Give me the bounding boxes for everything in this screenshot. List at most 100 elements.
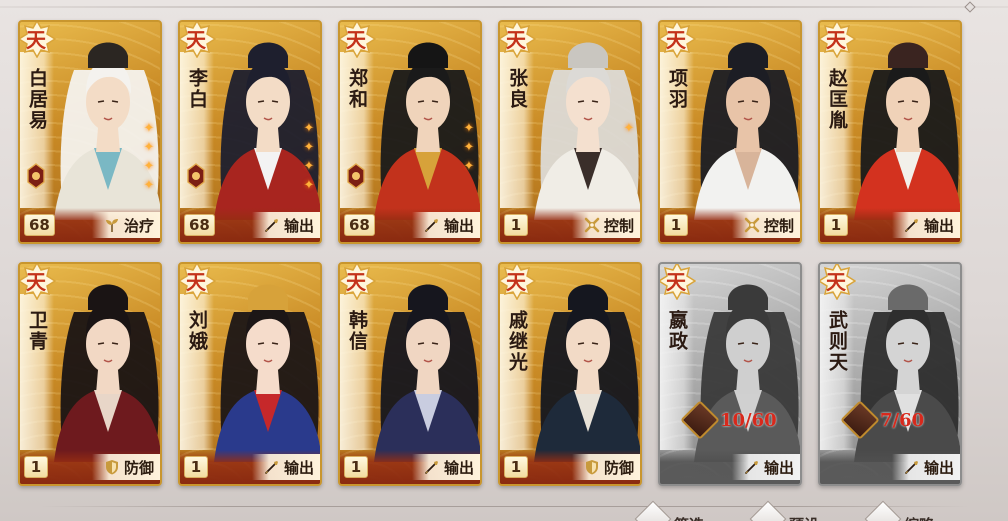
top-divider <box>0 6 1008 8</box>
star-icon: ✦ <box>463 140 475 155</box>
tier-label: 天 <box>506 28 526 52</box>
shard-icon <box>840 400 880 440</box>
tier-badge: 天 <box>660 264 697 301</box>
hero-card[interactable]: 嬴政 天 10/60 输出 <box>658 262 802 486</box>
tier-label: 天 <box>346 28 366 52</box>
hero-name: 韩信 <box>346 310 368 352</box>
star-icon: ✦ <box>303 178 315 193</box>
preset-button[interactable]: 预设 <box>749 500 819 521</box>
tier-label: 天 <box>666 28 686 52</box>
star-rank: ✦ ✦ ✦ ✦ <box>142 122 156 192</box>
tier-label: 天 <box>186 28 206 52</box>
brush-icon <box>743 458 761 476</box>
filter-icon <box>634 500 672 521</box>
hero-name: 李白 <box>186 68 208 110</box>
hero-level: 1 <box>504 214 528 236</box>
tier-badge: 天 <box>20 264 57 301</box>
hero-role: 输出 <box>412 454 480 480</box>
brush-icon <box>903 216 921 234</box>
shard-progress: 10/60 <box>680 400 777 440</box>
emblem-icon <box>186 162 206 190</box>
tier-label: 天 <box>346 270 366 294</box>
hero-card[interactable]: 张良 天 ✦ 1 控制 <box>498 20 642 244</box>
hero-card[interactable]: 刘娥 天 1 输出 <box>178 262 322 486</box>
hero-name: 戚继光 <box>506 310 528 373</box>
hero-name: 刘娥 <box>186 310 208 352</box>
hero-name: 卫青 <box>26 310 48 352</box>
hero-name: 郑和 <box>346 68 368 110</box>
tier-label: 天 <box>666 270 686 294</box>
role-label: 控制 <box>763 216 794 235</box>
hero-portrait <box>854 30 960 220</box>
star-icon: ✦ <box>303 159 315 174</box>
brush-icon <box>903 458 921 476</box>
bottom-divider <box>40 506 970 507</box>
hero-role: 输出 <box>412 212 480 238</box>
hero-card[interactable]: 韩信 天 1 输出 <box>338 262 482 486</box>
hero-card[interactable]: 武则天 天 7/60 输出 <box>818 262 962 486</box>
hero-card[interactable]: 李白 天 ✦ ✦ ✦ ✦ 68 输出 <box>178 20 322 244</box>
hero-name: 赵匡胤 <box>826 68 848 131</box>
hero-role: 控制 <box>572 212 640 238</box>
hero-card[interactable]: 戚继光 天 1 防御 <box>498 262 642 486</box>
tier-badge: 天 <box>820 264 857 301</box>
emblem-icon <box>26 162 46 190</box>
star-rank: ✦ ✦ ✦ ✦ <box>302 122 316 192</box>
tier-badge: 天 <box>500 264 537 301</box>
shard-count: 7/60 <box>880 409 925 431</box>
hero-name: 张良 <box>506 68 528 110</box>
role-label: 防御 <box>123 458 154 477</box>
preset-icon <box>749 500 787 521</box>
tier-label: 天 <box>26 28 46 52</box>
star-rank: ✦ <box>622 122 636 135</box>
star-icon: ✦ <box>143 159 155 174</box>
brush-icon <box>423 458 441 476</box>
hero-portrait <box>374 272 480 462</box>
top-divider-ornament <box>964 1 976 13</box>
star-icon: ✦ <box>303 140 315 155</box>
hero-card[interactable]: 项羽 天 1 控制 <box>658 20 802 244</box>
hero-role: 防御 <box>92 454 160 480</box>
hero-role: 输出 <box>252 454 320 480</box>
hero-level: 68 <box>24 214 55 236</box>
shard-progress: 7/60 <box>840 400 925 440</box>
hero-portrait <box>534 272 640 462</box>
hero-card[interactable]: 郑和 天 ✦ ✦ ✦ 68 输出 <box>338 20 482 244</box>
hero-role: 控制 <box>732 212 800 238</box>
tier-badge: 天 <box>180 264 217 301</box>
star-icon: ✦ <box>143 121 155 136</box>
emblem-icon <box>346 162 366 190</box>
hero-name: 项羽 <box>666 68 688 110</box>
tier-label: 天 <box>826 28 846 52</box>
tier-label: 天 <box>826 270 846 294</box>
collapse-button[interactable]: 缩略 <box>864 500 934 521</box>
hero-card[interactable]: 卫青 天 1 防御 <box>18 262 162 486</box>
role-label: 控制 <box>603 216 634 235</box>
hero-role: 输出 <box>892 454 960 480</box>
hero-portrait <box>694 30 800 220</box>
role-label: 输出 <box>923 458 954 477</box>
role-label: 输出 <box>283 458 314 477</box>
tier-badge: 天 <box>340 264 377 301</box>
filter-button-label: 筛选 <box>674 514 704 521</box>
hero-name: 嬴政 <box>666 310 688 352</box>
star-icon: ✦ <box>143 178 155 193</box>
sprout-icon <box>103 216 121 234</box>
shard-count: 10/60 <box>720 409 777 431</box>
hero-role: 输出 <box>252 212 320 238</box>
hero-portrait <box>214 272 320 462</box>
star-icon: ✦ <box>623 121 635 136</box>
hero-card[interactable]: 赵匡胤 天 1 输出 <box>818 20 962 244</box>
brush-icon <box>263 458 281 476</box>
hero-level: 1 <box>504 456 528 478</box>
hero-role: 输出 <box>732 454 800 480</box>
hero-name: 白居易 <box>26 68 48 131</box>
shield-icon <box>583 458 601 476</box>
filter-button[interactable]: 筛选 <box>634 500 704 521</box>
tier-badge: 天 <box>660 22 697 59</box>
tier-label: 天 <box>26 270 46 294</box>
hero-card[interactable]: 白居易 天 ✦ ✦ ✦ ✦ 68 治疗 <box>18 20 162 244</box>
role-label: 输出 <box>283 216 314 235</box>
star-icon: ✦ <box>463 121 475 136</box>
tier-label: 天 <box>186 270 206 294</box>
